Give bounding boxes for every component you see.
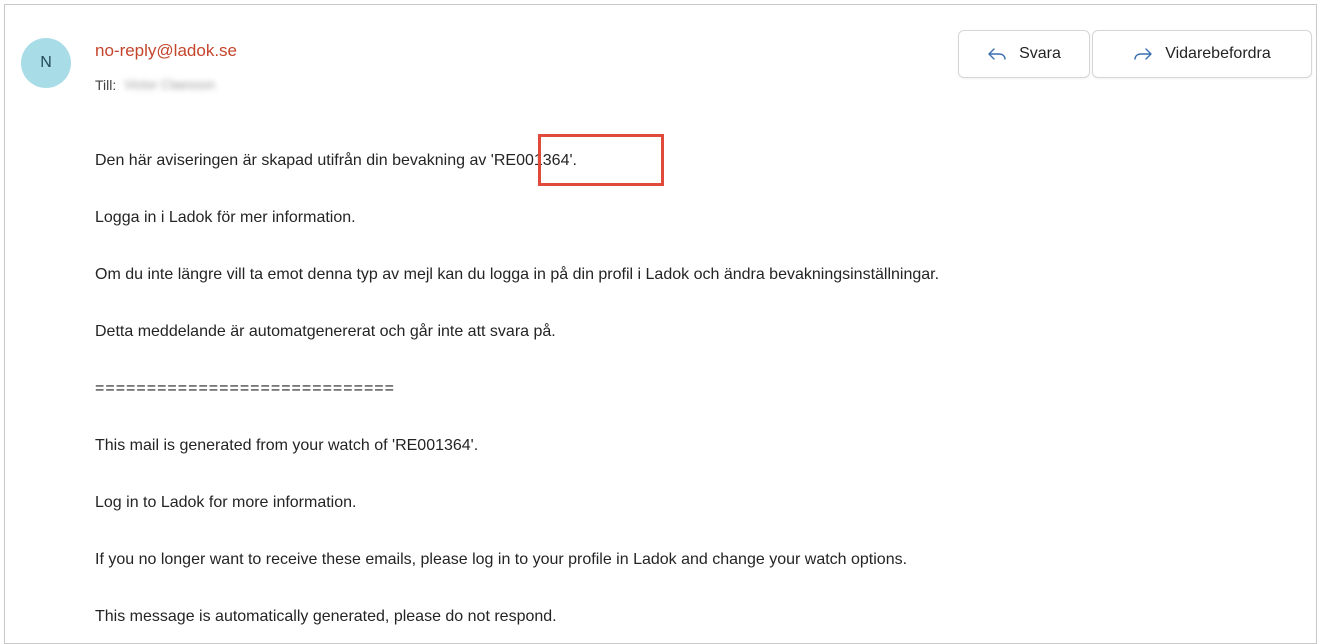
forward-label: Vidarebefordra <box>1165 45 1271 62</box>
forward-arrow-icon <box>1134 48 1152 60</box>
body-line-swedish-unsubscribe: Om du inte längre vill ta emot denna typ… <box>95 266 940 283</box>
body-line-swedish-intro: Den här aviseringen är skapad utifrån di… <box>95 150 577 172</box>
body-line-swedish-intro-text: Den här aviseringen är skapad utifrån di… <box>95 152 491 169</box>
body-line-english-login: Log in to Ladok for more information. <box>95 494 357 511</box>
body-line-swedish-auto: Detta meddelande är automatgenererat och… <box>95 323 556 340</box>
forward-button[interactable]: Vidarebefordra <box>1092 30 1312 78</box>
avatar-initial: N <box>40 54 52 71</box>
body-line-english-intro: This mail is generated from your watch o… <box>95 437 479 454</box>
sender-avatar[interactable]: N <box>21 38 71 88</box>
reply-label: Svara <box>1019 45 1061 62</box>
reply-arrow-icon <box>988 48 1006 60</box>
sender-address[interactable]: no-reply@ladok.se <box>95 41 237 61</box>
body-line-swedish-login: Logga in i Ladok för mer information. <box>95 209 356 226</box>
highlight-box <box>538 134 664 186</box>
reply-button[interactable]: Svara <box>958 30 1090 78</box>
body-line-english-unsubscribe: If you no longer want to receive these e… <box>95 551 908 568</box>
email-reading-pane: N no-reply@ladok.se Till: Victor Claesso… <box>4 4 1317 644</box>
to-label: Till: <box>95 77 117 93</box>
recipient-row: Till: Victor Claesson <box>95 75 215 95</box>
body-separator: ============================= <box>95 380 395 397</box>
body-line-english-auto: This message is automatically generated,… <box>95 608 557 625</box>
recipient-name[interactable]: Victor Claesson <box>124 75 215 95</box>
